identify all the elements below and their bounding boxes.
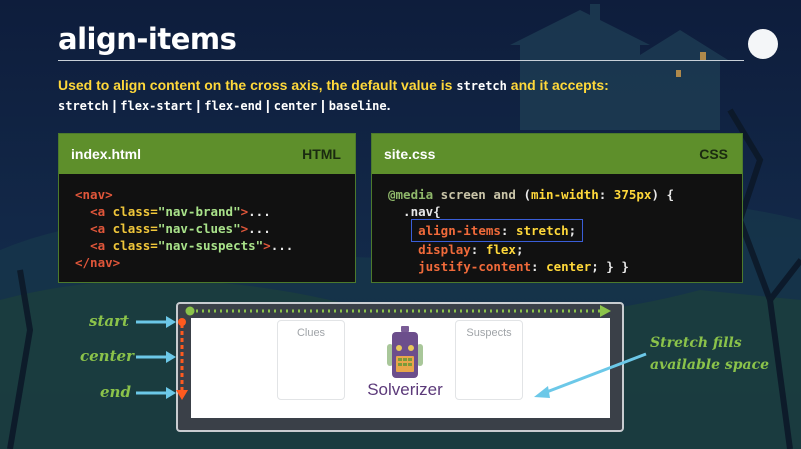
- axis-origin-dot: [185, 306, 195, 316]
- stretch-note-arrow: [534, 352, 647, 398]
- center-arrow: [136, 351, 176, 363]
- end-arrow: [136, 387, 176, 399]
- main-axis-arrow: [190, 305, 611, 317]
- start-arrow: [136, 316, 176, 328]
- cross-axis-arrow: [176, 318, 188, 400]
- axis-overlay: [136, 305, 647, 400]
